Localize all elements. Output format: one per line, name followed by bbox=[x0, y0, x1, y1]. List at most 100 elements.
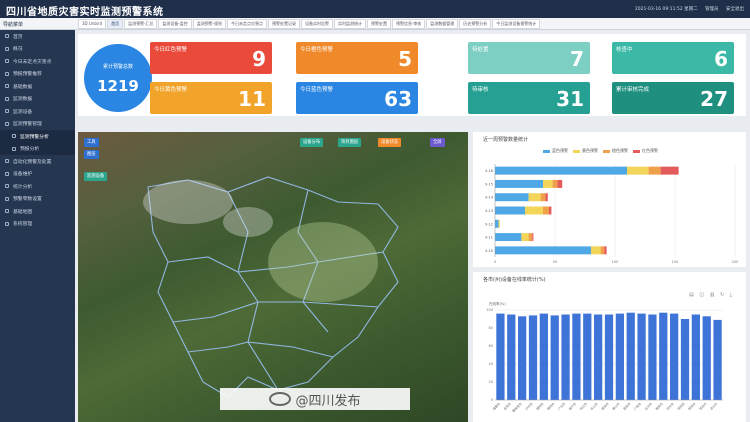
tab-7[interactable]: 设备实时告警 bbox=[300, 19, 333, 29]
basin-area bbox=[268, 222, 378, 302]
y-axis-label: 在线率(%) bbox=[489, 301, 506, 306]
weibo-icon bbox=[269, 392, 292, 406]
column-bar bbox=[594, 314, 603, 400]
x-tick-label: 广元市 bbox=[556, 401, 566, 411]
column-bar bbox=[702, 316, 711, 400]
column-bar bbox=[518, 316, 527, 400]
sidebar-item-6[interactable]: 监测设备 bbox=[0, 105, 75, 118]
total-warning-circle: 累计预警总数 1219 bbox=[84, 44, 152, 112]
sidebar-item-15[interactable]: 系统管理 bbox=[0, 218, 75, 231]
bar-segment bbox=[528, 193, 541, 202]
tab-9[interactable]: 预警处置 bbox=[366, 19, 391, 29]
stat-card-7[interactable]: 累计审核完成 27 bbox=[612, 82, 734, 114]
sidebar-item-label: 监测设备 bbox=[13, 109, 33, 115]
main-content: 累计预警总数 1219 今日红色预警 9 今日橙色预警 5 待处置 7 核查中 6 今日黄色预警… bbox=[78, 34, 746, 422]
x-tick-label: 自贡市 bbox=[502, 401, 512, 411]
column-bar bbox=[507, 314, 516, 400]
sidebar-item-label: 统计分析 bbox=[13, 184, 33, 190]
sidebar-item-label: 今日未定点灾害点 bbox=[13, 59, 52, 65]
tab-10[interactable]: 预警信息·审核 bbox=[391, 19, 426, 29]
tab-3[interactable]: 监测设备·监控 bbox=[158, 19, 192, 29]
stat-card-label: 待处置 bbox=[472, 47, 489, 53]
sidebar-item-13[interactable]: 预警零数设置 bbox=[0, 193, 75, 206]
column-bar bbox=[561, 314, 570, 400]
sidebar-item-12[interactable]: 统计分析 bbox=[0, 180, 75, 193]
tab-6[interactable]: 预警处置记录 bbox=[267, 19, 300, 29]
stat-card-value: 27 bbox=[700, 87, 728, 111]
sidebar-item-0[interactable]: 首页 bbox=[0, 30, 75, 43]
bar-segment bbox=[600, 246, 605, 255]
project-layer-button[interactable]: 项目图层 bbox=[338, 138, 362, 147]
tab-8[interactable]: 实时监测统计 bbox=[333, 19, 366, 29]
tab-5[interactable]: 今日未定点灾害点 bbox=[226, 19, 267, 29]
sidebar-item-7[interactable]: 监测预警管理 bbox=[0, 118, 75, 131]
sidebar-item-1[interactable]: 概况 bbox=[0, 43, 75, 56]
x-tick-label: 150 bbox=[672, 260, 679, 264]
sidebar-item-2[interactable]: 今日未定点灾害点 bbox=[0, 55, 75, 68]
tab-0[interactable]: 3D Unbird bbox=[78, 19, 107, 29]
stat-card-0[interactable]: 今日红色预警 9 bbox=[150, 42, 272, 74]
column-bar bbox=[550, 315, 559, 400]
weekly-warning-chart: 0 50 100 150 200 3-10 3-11 3-12 3-13 3-14 3-15 3-16 bbox=[485, 164, 739, 264]
sidebar-item-10[interactable]: 自动化预警及处置 bbox=[0, 155, 75, 168]
bar-segment bbox=[660, 166, 679, 175]
sidebar-item-9[interactable]: 预报分析 bbox=[0, 142, 75, 155]
menu-icon bbox=[5, 159, 9, 164]
x-tick-label: 德阳市 bbox=[535, 401, 545, 411]
stat-card-3[interactable]: 核查中 6 bbox=[612, 42, 734, 74]
y-tick-label: 3-13 bbox=[485, 209, 493, 213]
column-bar bbox=[670, 313, 679, 400]
map-panel[interactable]: 工具 图层 监测设备 设备分布 项目图层 设备状态 全屏 bbox=[78, 132, 468, 422]
column-bar bbox=[528, 315, 538, 400]
map-equipment-button[interactable]: 监测设备 bbox=[84, 172, 108, 181]
device-status-button[interactable]: 设备状态 bbox=[378, 138, 402, 147]
tab-13[interactable]: 今日监测设备报警统计 bbox=[492, 19, 541, 29]
bar-segment bbox=[545, 193, 548, 202]
x-tick-label: 200 bbox=[732, 260, 739, 264]
menu-icon bbox=[5, 46, 9, 51]
sidebar-item-11[interactable]: 设备维护 bbox=[0, 168, 75, 181]
tab-11[interactable]: 监测数据管理 bbox=[426, 19, 459, 29]
x-tick-label: 乐山市 bbox=[589, 401, 599, 411]
sidebar-item-5[interactable]: 监测数据 bbox=[0, 93, 75, 106]
tab-4[interactable]: 监测预警·规则 bbox=[192, 19, 226, 29]
column-bar bbox=[615, 313, 624, 400]
bar-segment bbox=[495, 206, 525, 215]
online-rate-panel: 各市(州)设备在线率统计(%) ▤ ◫ ▥ ↻ ⤓ 在线率(%) 0 20 40 60 8… bbox=[473, 272, 746, 422]
x-tick-label: 遂宁市 bbox=[567, 401, 577, 411]
map-canvas[interactable] bbox=[78, 132, 468, 422]
bar-segment bbox=[495, 219, 499, 228]
stat-card-value: 7 bbox=[570, 47, 584, 71]
column-bar bbox=[572, 313, 581, 400]
sidebar-item-4[interactable]: 基础数据 bbox=[0, 80, 75, 93]
x-tick-label: 内江市 bbox=[578, 401, 588, 411]
stat-card-5[interactable]: 今日蓝色预警 63 bbox=[296, 82, 418, 114]
sidebar-item-14[interactable]: 基础地图 bbox=[0, 205, 75, 218]
column-bar bbox=[648, 314, 657, 400]
device-layer-button[interactable]: 设备分布 bbox=[300, 138, 324, 147]
tab-strip: 3D Unbird 首页 监测预警·汇总 监测设备·监控 监测预警·规则 今日未定点灾害点… bbox=[78, 19, 746, 29]
x-tick-label: 宜宾市 bbox=[622, 401, 632, 411]
user-name[interactable]: 管理员 bbox=[705, 7, 719, 12]
stat-card-value: 63 bbox=[384, 87, 412, 111]
y-tick-label: 0 bbox=[491, 398, 493, 402]
tab-12[interactable]: 历史预警分析 bbox=[459, 19, 492, 29]
x-tick-label: 50 bbox=[553, 260, 557, 264]
tab-1[interactable]: 首页 bbox=[107, 19, 124, 29]
stat-card-1[interactable]: 今日橙色预警 5 bbox=[296, 42, 418, 74]
x-tick-label: 攀枝花市 bbox=[511, 401, 523, 413]
map-layer-button[interactable]: 图层 bbox=[84, 150, 99, 159]
total-warning-value: 1219 bbox=[97, 77, 139, 95]
sidebar-item-3[interactable]: 预报预警推荐 bbox=[0, 68, 75, 81]
map-tools-button[interactable]: 工具 bbox=[84, 138, 99, 147]
header-datetime: 2021-03-16 09:11:52 星期二 bbox=[634, 7, 698, 12]
stat-card-4[interactable]: 今日黄色预警 11 bbox=[150, 82, 272, 114]
stat-card-2[interactable]: 待处置 7 bbox=[468, 42, 590, 74]
sidebar-item-8[interactable]: 监测预警分析 bbox=[0, 130, 75, 143]
menu-icon bbox=[5, 209, 9, 214]
tab-2[interactable]: 监测预警·汇总 bbox=[124, 19, 158, 29]
fullscreen-button[interactable]: 全屏 bbox=[430, 138, 445, 147]
logout-link[interactable]: 安全退出 bbox=[726, 7, 744, 12]
stat-card-6[interactable]: 待审核 31 bbox=[468, 82, 590, 114]
stat-card-label: 今日蓝色预警 bbox=[300, 87, 334, 93]
